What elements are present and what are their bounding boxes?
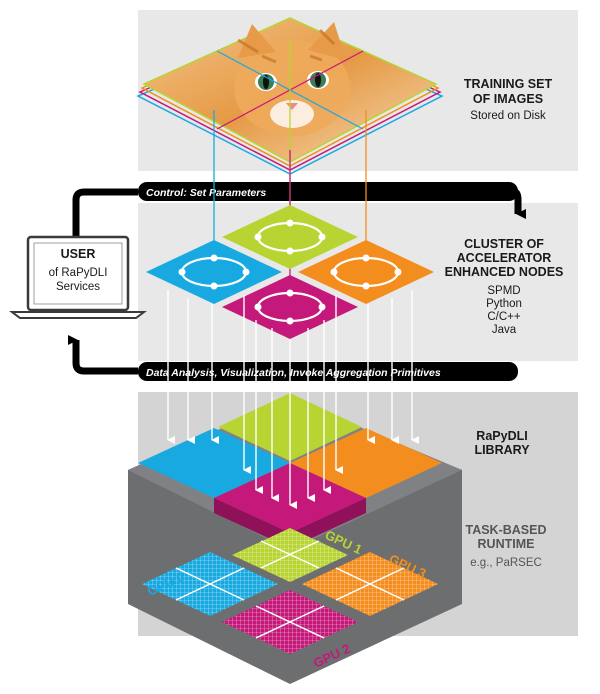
runtime-title-line2: RUNTIME [478,537,535,551]
runtime-example: e.g., PaRSEC [470,557,542,569]
cluster-lang-python: Python [486,298,522,310]
user-line2: of RaPyDLI [49,267,108,279]
rapydli-architecture-diagram: TRAINING SET OF IMAGES Stored on Disk Co… [9,10,578,684]
user-title: USER [61,247,96,261]
control-bar-label: Control: Set Parameters [146,187,266,199]
cluster-lang-spmd: SPMD [487,285,520,297]
cluster-title-line1: CLUSTER OF [464,237,544,251]
training-subtitle: Stored on Disk [470,110,546,122]
cluster-lang-java: Java [492,324,517,336]
library-title-line2: LIBRARY [474,443,530,457]
training-title-line1: TRAINING SET [464,77,553,91]
cluster-lang-cpp: C/C++ [487,311,521,323]
cluster-title-line2: ACCELERATOR [457,251,552,265]
runtime-title-line1: TASK-BASED [465,523,546,537]
data-analysis-bar-label: Data Analysis, Visualization, Invoke Agg… [146,367,441,379]
library-title-line1: RaPyDLI [476,429,527,443]
user-line3: Services [56,281,100,293]
cluster-title-line3: ENHANCED NODES [445,265,564,279]
training-title-line2: OF IMAGES [473,92,543,106]
